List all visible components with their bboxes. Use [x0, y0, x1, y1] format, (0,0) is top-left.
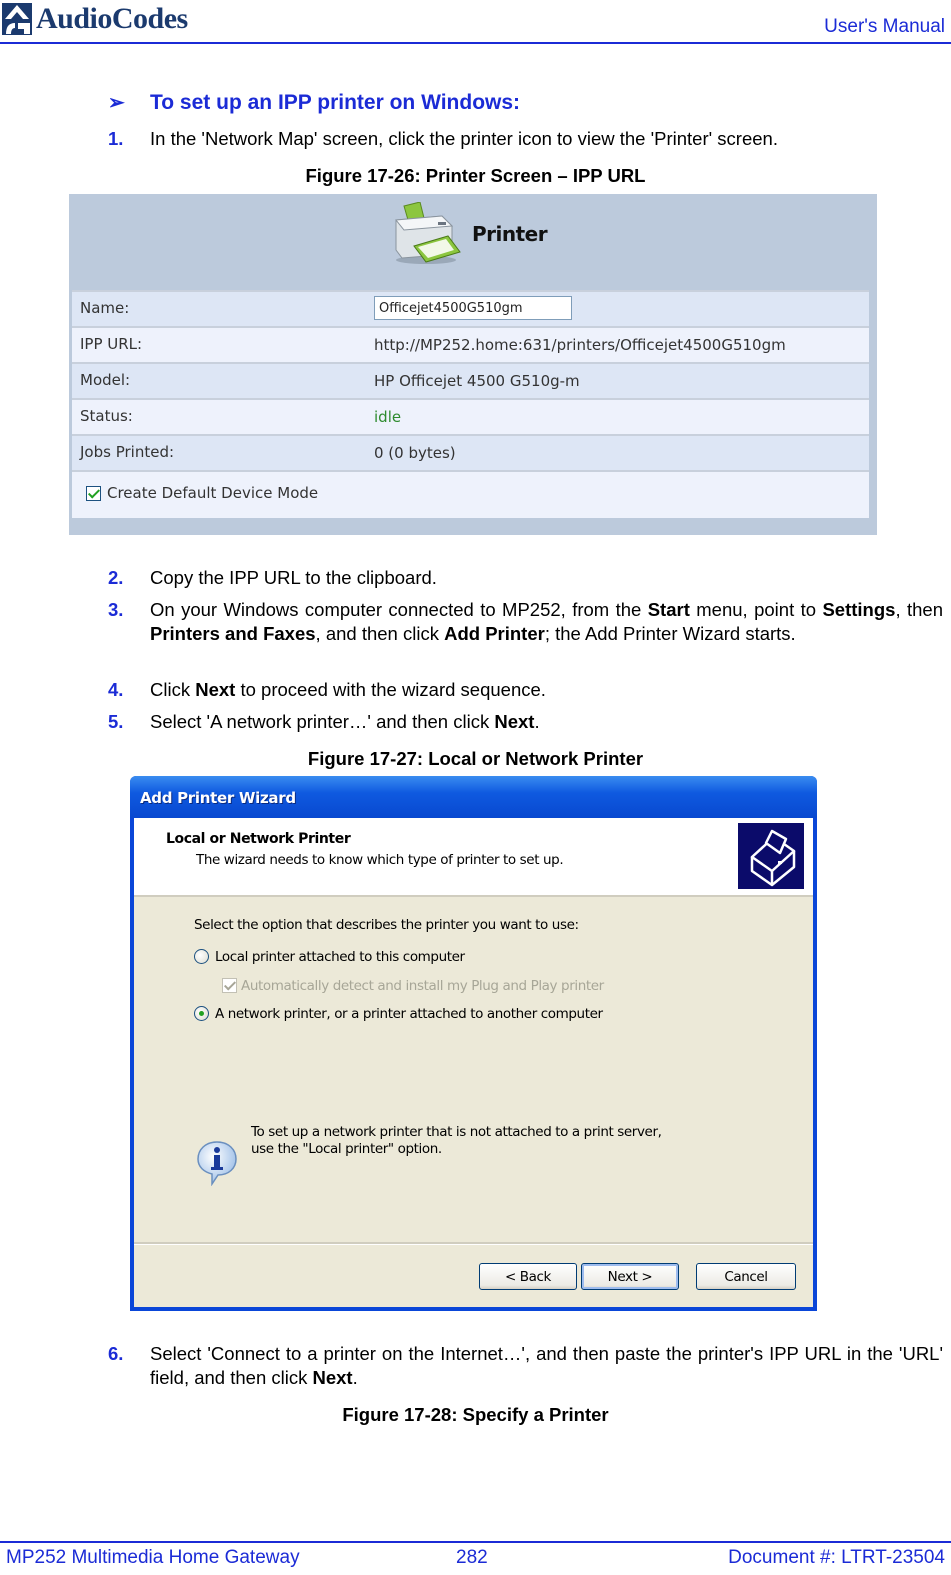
step-2: 2. Copy the IPP URL to the clipboard.: [108, 566, 943, 590]
cancel-button[interactable]: Cancel: [696, 1263, 796, 1290]
wizard-header: Local or Network Printer The wizard need…: [134, 818, 813, 897]
create-default-device-mode-checkbox[interactable]: Create Default Device Mode: [86, 484, 318, 502]
next-button[interactable]: Next >: [581, 1263, 679, 1290]
model-value: HP Officejet 4500 G510g-m: [374, 372, 580, 390]
arrow-right-icon: ➢: [108, 92, 125, 114]
row-default-device-mode: Create Default Device Mode: [72, 470, 869, 518]
checkbox-label: Create Default Device Mode: [107, 484, 319, 502]
bold-next: Next: [494, 711, 535, 732]
wizard-button-separator: [134, 1242, 813, 1245]
page-header: AudioCodes User's Manual: [0, 0, 951, 44]
step-text: Select 'A network printer…' and then cli…: [150, 710, 943, 734]
text-run: Select 'A network printer…' and then cli…: [150, 711, 495, 732]
info-icon: [197, 1141, 237, 1186]
status-value: idle: [374, 408, 402, 426]
bold-next: Next: [195, 679, 236, 700]
row-model: Model: HP Officejet 4500 G510g-m: [72, 362, 869, 398]
text-run: to proceed with the wizard sequence.: [235, 679, 546, 700]
step-number: 4.: [108, 679, 124, 700]
printer-outline-icon: [750, 829, 796, 887]
bold-add-printer: Add Printer: [444, 623, 545, 644]
step-number: 6.: [108, 1343, 124, 1364]
auto-detect-checkbox[interactable]: [222, 978, 237, 993]
step-number: 2.: [108, 567, 124, 588]
auto-detect-label: Automatically detect and install my Plug…: [241, 978, 604, 994]
step-text: In the 'Network Map' screen, click the p…: [150, 128, 778, 149]
bold-next: Next: [312, 1367, 353, 1388]
figure-caption-1: Figure 17-26: Printer Screen – IPP URL: [305, 165, 646, 186]
procedure-heading-text: To set up an IPP printer on Windows:: [150, 90, 521, 114]
checkbox-checked-icon[interactable]: [86, 485, 101, 501]
printer-details-table: Name: IPP URL: http://MP252.home:631/pri…: [72, 290, 869, 518]
row-ipp-url: IPP URL: http://MP252.home:631/printers/…: [72, 326, 869, 362]
header-divider: [0, 42, 951, 44]
brand-name: AudioCodes: [36, 2, 188, 35]
step-number: 3.: [108, 599, 124, 620]
local-printer-label[interactable]: Local printer attached to this computer: [215, 949, 465, 965]
step-5: 5. Select 'A network printer…' and then …: [108, 710, 943, 734]
radio-network-printer[interactable]: [194, 1006, 209, 1021]
model-label: Model:: [80, 371, 131, 389]
ipp-url-label: IPP URL:: [80, 335, 143, 353]
wizard-header-title: Local or Network Printer: [166, 831, 351, 847]
printer-name-input[interactable]: [374, 296, 572, 320]
status-label: Status:: [80, 407, 133, 425]
manual-title: User's Manual: [824, 16, 945, 37]
text-run: , and then click: [315, 623, 445, 644]
text-run: , then: [895, 599, 943, 620]
bold-settings: Settings: [822, 599, 896, 620]
text-run: .: [352, 1367, 358, 1388]
step-text: On your Windows computer connected to MP…: [150, 598, 943, 646]
wizard-prompt: Select the option that describes the pri…: [194, 917, 579, 933]
footer-product: MP252 Multimedia Home Gateway: [6, 1547, 300, 1568]
wizard-header-subtitle: The wizard needs to know which type of p…: [196, 852, 564, 868]
text-run: Click: [150, 679, 196, 700]
text-run: ; the Add Printer Wizard starts.: [544, 623, 796, 644]
row-name: Name:: [72, 290, 869, 326]
info-text-line-2: use the "Local printer" option.: [251, 1141, 442, 1157]
audiocodes-logo-icon: [2, 3, 32, 35]
printer-screen-figure: Printer Name: IPP URL: http://MP252.home…: [69, 194, 877, 535]
name-label: Name:: [80, 299, 130, 317]
text-run: .: [534, 711, 540, 732]
ipp-url-value: http://MP252.home:631/printers/Officejet…: [374, 336, 786, 354]
text-run: Select 'Connect to a printer on the Inte…: [150, 1343, 943, 1388]
step-6: 6. Select 'Connect to a printer on the I…: [108, 1342, 943, 1390]
info-text-line-1: To set up a network printer that is not …: [251, 1124, 662, 1140]
printer-icon: [395, 202, 461, 264]
footer-page-number: 282: [456, 1547, 488, 1568]
add-printer-wizard-window: Add Printer Wizard Local or Network Prin…: [130, 776, 817, 1311]
step-1: 1. In the 'Network Map' screen, click th…: [108, 127, 943, 151]
audiocodes-logo: AudioCodes: [2, 2, 188, 36]
step-4: 4. Click Next to proceed with the wizard…: [108, 678, 943, 702]
figure-caption-3: Figure 17-28: Specify a Printer: [342, 1404, 609, 1425]
footer-divider: [0, 1541, 951, 1543]
step-number: 5.: [108, 711, 124, 732]
row-jobs-printed: Jobs Printed: 0 (0 bytes): [72, 434, 869, 470]
radio-local-printer[interactable]: [194, 949, 209, 964]
procedure-heading: ➢ To set up an IPP printer on Windows:: [108, 90, 520, 115]
step-text: Click Next to proceed with the wizard se…: [150, 678, 943, 702]
printer-screen-title: Printer: [390, 202, 548, 266]
bold-printers-and-faxes: Printers and Faxes: [150, 623, 316, 644]
figure-caption-2: Figure 17-27: Local or Network Printer: [307, 748, 644, 769]
jobs-printed-label: Jobs Printed:: [80, 443, 175, 461]
printer-title: Printer: [472, 222, 548, 246]
network-printer-label[interactable]: A network printer, or a printer attached…: [215, 1006, 603, 1022]
footer-document-number: Document #: LTRT-23504: [728, 1547, 945, 1568]
wizard-printer-icon: [738, 823, 804, 889]
row-status: Status: idle: [72, 398, 869, 434]
step-text: Select 'Connect to a printer on the Inte…: [150, 1342, 943, 1390]
wizard-title: Add Printer Wizard: [140, 789, 296, 807]
wizard-title-bar[interactable]: Add Printer Wizard: [130, 776, 817, 818]
text-run: On your Windows computer connected to MP…: [150, 599, 648, 620]
bold-start: Start: [647, 599, 690, 620]
back-button[interactable]: < Back: [479, 1263, 577, 1290]
step-text: Copy the IPP URL to the clipboard.: [150, 567, 437, 588]
step-3: 3. On your Windows computer connected to…: [108, 598, 943, 646]
wizard-client-area: Local or Network Printer The wizard need…: [134, 818, 813, 1307]
text-run: menu, point to: [689, 599, 823, 620]
step-number: 1.: [108, 128, 124, 149]
jobs-printed-value: 0 (0 bytes): [374, 444, 456, 462]
